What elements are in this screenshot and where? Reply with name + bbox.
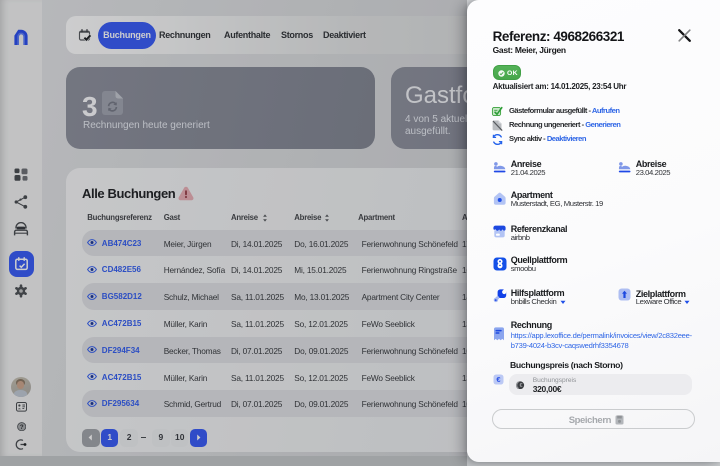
svg-text:€: € [519, 383, 522, 389]
